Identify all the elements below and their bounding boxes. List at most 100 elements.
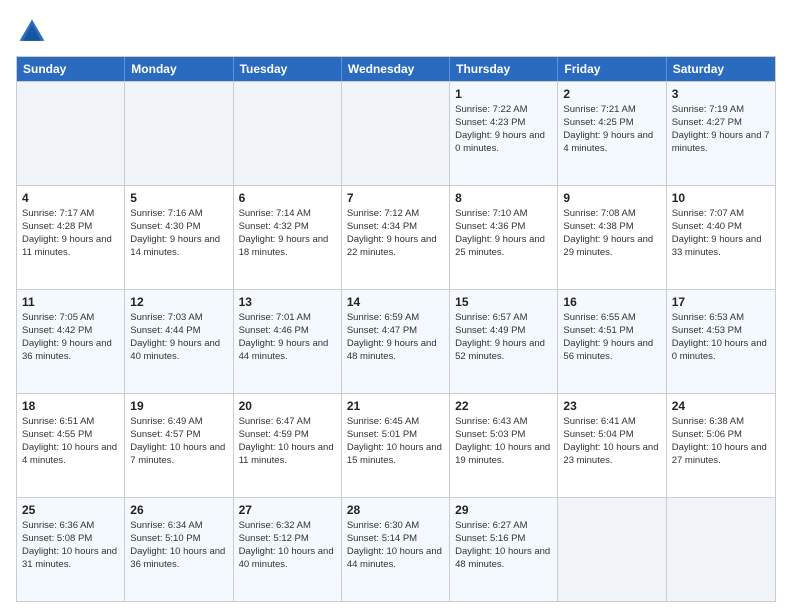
day-number: 26: [130, 502, 227, 518]
day-cell-6: 6 Sunrise: 7:14 AMSunset: 4:32 PMDaylight…: [234, 186, 342, 289]
logo-icon: [16, 16, 48, 48]
day-cell-10: 10 Sunrise: 7:07 AMSunset: 4:40 PMDayligh…: [667, 186, 775, 289]
day-number: 5: [130, 190, 227, 206]
day-info: Sunrise: 6:57 AMSunset: 4:49 PMDaylight:…: [455, 312, 545, 361]
day-cell-17: 17 Sunrise: 6:53 AMSunset: 4:53 PMDayligh…: [667, 290, 775, 393]
day-cell-9: 9 Sunrise: 7:08 AMSunset: 4:38 PMDaylight…: [558, 186, 666, 289]
day-info: Sunrise: 7:14 AMSunset: 4:32 PMDaylight:…: [239, 208, 329, 257]
day-info: Sunrise: 6:45 AMSunset: 5:01 PMDaylight:…: [347, 416, 442, 465]
day-number: 22: [455, 398, 552, 414]
day-cell-12: 12Sunrise: 7:03 AMSunset: 4:44 PMDayligh…: [125, 290, 233, 393]
day-cell-26: 26 Sunrise: 6:34 AMSunset: 5:10 PMDayligh…: [125, 498, 233, 601]
day-cell-13: 13 Sunrise: 7:01 AMSunset: 4:46 PMDayligh…: [234, 290, 342, 393]
day-info: Sunrise: 6:49 AMSunset: 4:57 PMDaylight:…: [130, 416, 225, 465]
day-header-sunday: Sunday: [17, 57, 125, 81]
day-number: 18: [22, 398, 119, 414]
day-info: Sunrise: 6:55 AMSunset: 4:51 PMDaylight:…: [563, 312, 653, 361]
day-info: Sunrise: 7:12 AMSunset: 4:34 PMDaylight:…: [347, 208, 437, 257]
day-cell-23: 23 Sunrise: 6:41 AMSunset: 5:04 PMDayligh…: [558, 394, 666, 497]
day-cell-empty: [17, 82, 125, 185]
day-number: 10: [672, 190, 770, 206]
day-header-friday: Friday: [558, 57, 666, 81]
day-cell-29: 29 Sunrise: 6:27 AMSunset: 5:16 PMDayligh…: [450, 498, 558, 601]
day-cell-24: 24 Sunrise: 6:38 AMSunset: 5:06 PMDayligh…: [667, 394, 775, 497]
day-cell-27: 27 Sunrise: 6:32 AMSunset: 5:12 PMDayligh…: [234, 498, 342, 601]
day-number: 24: [672, 398, 770, 414]
day-cell-5: 5 Sunrise: 7:16 AMSunset: 4:30 PMDaylight…: [125, 186, 233, 289]
day-number: 1: [455, 86, 552, 102]
day-info: Sunrise: 6:53 AMSunset: 4:53 PMDaylight:…: [672, 312, 767, 361]
day-number: 11: [22, 294, 119, 310]
day-number: 13: [239, 294, 336, 310]
day-number: 7: [347, 190, 444, 206]
day-info: Sunrise: 6:36 AMSunset: 5:08 PMDaylight:…: [22, 520, 117, 569]
day-cell-22: 22 Sunrise: 6:43 AMSunset: 5:03 PMDayligh…: [450, 394, 558, 497]
week-row-2: 4 Sunrise: 7:17 AMSunset: 4:28 PMDaylight…: [17, 185, 775, 289]
day-cell-empty: [667, 498, 775, 601]
day-cell-4: 4 Sunrise: 7:17 AMSunset: 4:28 PMDaylight…: [17, 186, 125, 289]
page: SundayMondayTuesdayWednesdayThursdayFrid…: [0, 0, 792, 612]
day-number: 15: [455, 294, 552, 310]
day-info: Sunrise: 7:16 AMSunset: 4:30 PMDaylight:…: [130, 208, 220, 257]
day-info: Sunrise: 6:51 AMSunset: 4:55 PMDaylight:…: [22, 416, 117, 465]
day-number: 27: [239, 502, 336, 518]
day-cell-18: 18 Sunrise: 6:51 AMSunset: 4:55 PMDayligh…: [17, 394, 125, 497]
day-info: Sunrise: 7:10 AMSunset: 4:36 PMDaylight:…: [455, 208, 545, 257]
day-header-saturday: Saturday: [667, 57, 775, 81]
day-number: 9: [563, 190, 660, 206]
day-info: Sunrise: 7:08 AMSunset: 4:38 PMDaylight:…: [563, 208, 653, 257]
day-info: Sunrise: 6:59 AMSunset: 4:47 PMDaylight:…: [347, 312, 437, 361]
day-cell-21: 21Sunrise: 6:45 AMSunset: 5:01 PMDayligh…: [342, 394, 450, 497]
day-info: Sunrise: 6:43 AMSunset: 5:03 PMDaylight:…: [455, 416, 550, 465]
day-cell-28: 28Sunrise: 6:30 AMSunset: 5:14 PMDayligh…: [342, 498, 450, 601]
day-info: Sunrise: 7:01 AMSunset: 4:46 PMDaylight:…: [239, 312, 329, 361]
day-cell-2: 2 Sunrise: 7:21 AMSunset: 4:25 PMDaylight…: [558, 82, 666, 185]
calendar: SundayMondayTuesdayWednesdayThursdayFrid…: [16, 56, 776, 602]
day-info: Sunrise: 7:17 AMSunset: 4:28 PMDaylight:…: [22, 208, 112, 257]
day-cell-empty: [125, 82, 233, 185]
day-info: Sunrise: 7:22 AMSunset: 4:23 PMDaylight:…: [455, 104, 545, 153]
day-cell-16: 16 Sunrise: 6:55 AMSunset: 4:51 PMDayligh…: [558, 290, 666, 393]
day-number: 8: [455, 190, 552, 206]
day-cell-14: 14 Sunrise: 6:59 AMSunset: 4:47 PMDayligh…: [342, 290, 450, 393]
day-number: 20: [239, 398, 336, 414]
day-cell-7: 7 Sunrise: 7:12 AMSunset: 4:34 PMDaylight…: [342, 186, 450, 289]
day-header-tuesday: Tuesday: [234, 57, 342, 81]
week-row-1: 1 Sunrise: 7:22 AMSunset: 4:23 PMDaylight…: [17, 81, 775, 185]
day-header-thursday: Thursday: [450, 57, 558, 81]
day-number: 25: [22, 502, 119, 518]
day-number: 4: [22, 190, 119, 206]
day-info: Sunrise: 7:05 AMSunset: 4:42 PMDaylight:…: [22, 312, 112, 361]
day-number: 6: [239, 190, 336, 206]
day-cell-empty: [342, 82, 450, 185]
day-info: Sunrise: 6:47 AMSunset: 4:59 PMDaylight:…: [239, 416, 334, 465]
day-number: 29: [455, 502, 552, 518]
day-cell-1: 1 Sunrise: 7:22 AMSunset: 4:23 PMDaylight…: [450, 82, 558, 185]
day-number: 23: [563, 398, 660, 414]
day-info: Sunrise: 6:38 AMSunset: 5:06 PMDaylight:…: [672, 416, 767, 465]
day-info: Sunrise: 6:27 AMSunset: 5:16 PMDaylight:…: [455, 520, 550, 569]
calendar-body: 1 Sunrise: 7:22 AMSunset: 4:23 PMDaylight…: [17, 81, 775, 601]
day-number: 17: [672, 294, 770, 310]
day-info: Sunrise: 6:32 AMSunset: 5:12 PMDaylight:…: [239, 520, 334, 569]
week-row-4: 18 Sunrise: 6:51 AMSunset: 4:55 PMDayligh…: [17, 393, 775, 497]
day-cell-empty: [558, 498, 666, 601]
day-number: 2: [563, 86, 660, 102]
day-cell-8: 8 Sunrise: 7:10 AMSunset: 4:36 PMDaylight…: [450, 186, 558, 289]
day-number: 28: [347, 502, 444, 518]
day-info: Sunrise: 7:19 AMSunset: 4:27 PMDaylight:…: [672, 104, 770, 153]
week-row-3: 11 Sunrise: 7:05 AMSunset: 4:42 PMDayligh…: [17, 289, 775, 393]
day-number: 12: [130, 294, 227, 310]
day-header-monday: Monday: [125, 57, 233, 81]
day-cell-20: 20 Sunrise: 6:47 AMSunset: 4:59 PMDayligh…: [234, 394, 342, 497]
day-info: Sunrise: 6:34 AMSunset: 5:10 PMDaylight:…: [130, 520, 225, 569]
day-cell-25: 25 Sunrise: 6:36 AMSunset: 5:08 PMDayligh…: [17, 498, 125, 601]
day-cell-3: 3 Sunrise: 7:19 AMSunset: 4:27 PMDaylight…: [667, 82, 775, 185]
calendar-header: SundayMondayTuesdayWednesdayThursdayFrid…: [17, 57, 775, 81]
day-info: Sunrise: 7:21 AMSunset: 4:25 PMDaylight:…: [563, 104, 653, 153]
day-info: Sunrise: 7:07 AMSunset: 4:40 PMDaylight:…: [672, 208, 762, 257]
day-info: Sunrise: 6:41 AMSunset: 5:04 PMDaylight:…: [563, 416, 658, 465]
day-number: 16: [563, 294, 660, 310]
day-number: 14: [347, 294, 444, 310]
day-number: 3: [672, 86, 770, 102]
